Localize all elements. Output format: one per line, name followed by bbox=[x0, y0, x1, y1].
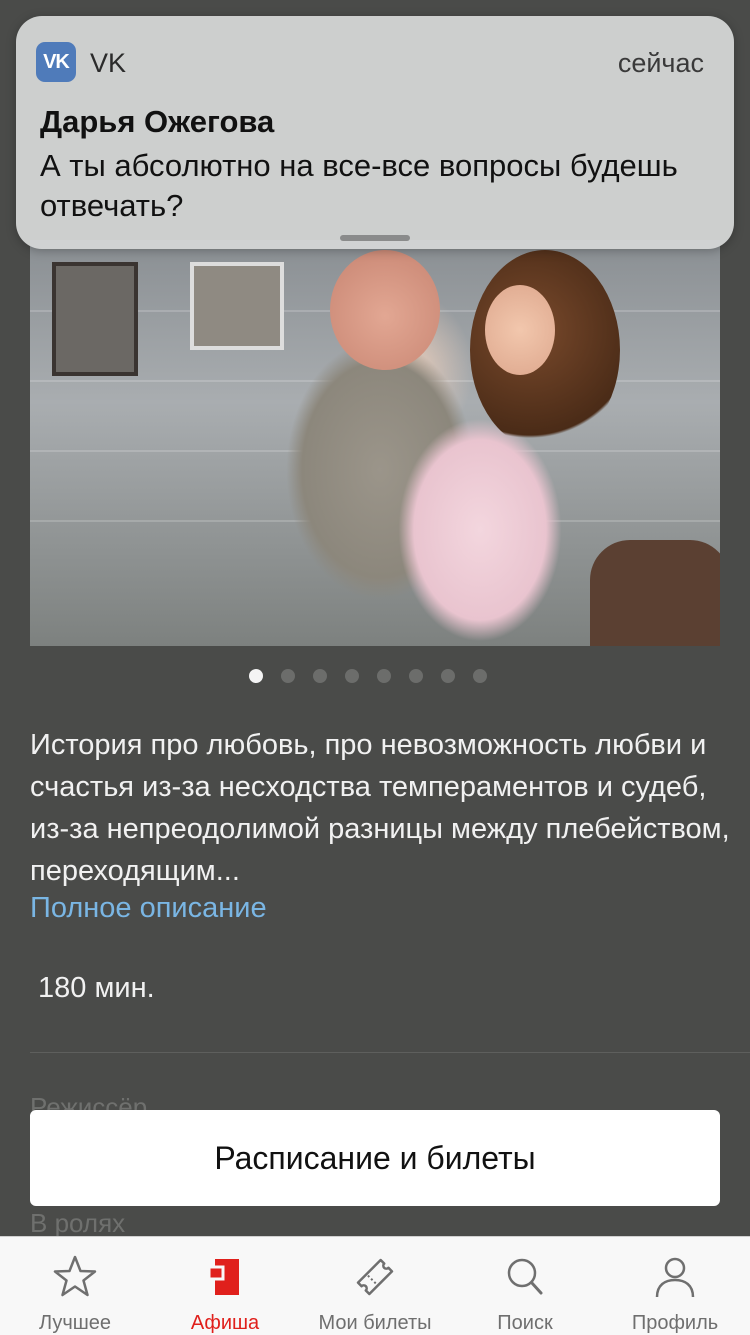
tab-label: Лучшее bbox=[38, 1312, 112, 1334]
tab-label: Профиль bbox=[631, 1312, 719, 1334]
tab-profile[interactable]: Профиль bbox=[600, 1237, 750, 1335]
tab-label: Поиск bbox=[497, 1312, 553, 1334]
tab-label: Афиша bbox=[190, 1312, 260, 1334]
sofa bbox=[590, 540, 720, 646]
event-description: История про любовь, про невозможность лю… bbox=[30, 729, 730, 887]
gallery-dot[interactable] bbox=[441, 669, 455, 683]
profile-icon bbox=[649, 1251, 701, 1302]
gallery-dot[interactable] bbox=[313, 669, 327, 683]
gallery-dot[interactable] bbox=[377, 669, 391, 683]
push-notification[interactable]: VK VK сейчас Дарья Ожегова А ты абсолютн… bbox=[16, 16, 734, 249]
gallery-dot[interactable] bbox=[345, 669, 359, 683]
vk-app-icon: VK bbox=[36, 42, 76, 82]
poster-icon bbox=[199, 1251, 251, 1302]
ticket-icon bbox=[349, 1251, 401, 1302]
gallery-dot[interactable] bbox=[473, 669, 487, 683]
notification-grabber[interactable] bbox=[340, 235, 410, 241]
tab-afisha[interactable]: Афиша bbox=[150, 1237, 300, 1335]
notification-sender: Дарья Ожегова bbox=[40, 104, 275, 139]
notification-message: А ты абсолютно на все-все вопросы будешь… bbox=[40, 148, 678, 223]
tab-search[interactable]: Поиск bbox=[450, 1237, 600, 1335]
tab-label: Мои билеты bbox=[318, 1312, 432, 1334]
notification-app-name: VK bbox=[90, 48, 127, 78]
tab-best[interactable]: Лучшее bbox=[0, 1237, 150, 1335]
search-icon bbox=[499, 1251, 551, 1302]
actor-man-head bbox=[330, 250, 440, 370]
cast-label: В ролях bbox=[30, 1208, 126, 1238]
gallery-dot[interactable] bbox=[249, 669, 263, 683]
star-icon bbox=[49, 1251, 101, 1302]
actor-woman-face bbox=[485, 285, 555, 375]
divider bbox=[30, 1052, 750, 1053]
event-photo[interactable] bbox=[30, 240, 720, 646]
gallery-dot[interactable] bbox=[281, 669, 295, 683]
schedule-tickets-button[interactable]: Расписание и билеты bbox=[30, 1110, 720, 1206]
gallery-page-indicator[interactable] bbox=[0, 669, 743, 683]
tab-my-tickets[interactable]: Мои билеты bbox=[300, 1237, 450, 1335]
full-description-link[interactable]: Полное описание bbox=[30, 892, 267, 925]
gallery-dot[interactable] bbox=[409, 669, 423, 683]
wall-frame bbox=[52, 262, 138, 376]
event-duration: 180 мин. bbox=[38, 972, 155, 1004]
tab-bar: Лучшее Афиша Мои билеты Поиск Профиль bbox=[0, 1236, 750, 1335]
notification-time: сейчас bbox=[617, 48, 704, 78]
